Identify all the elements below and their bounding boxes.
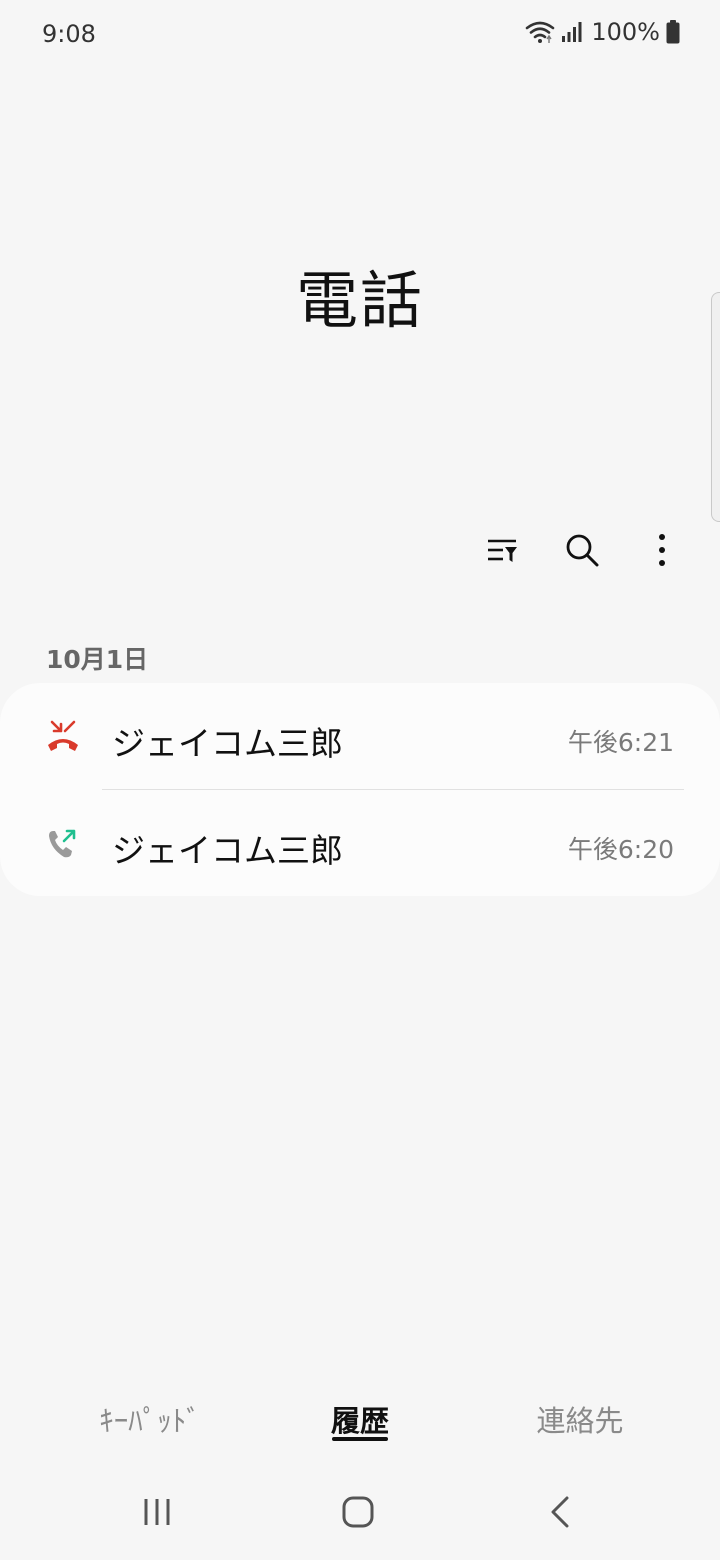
more-options-icon [658,533,666,571]
toolbar [482,530,682,574]
call-log-item[interactable]: ジェイコム三郎 午後6:20 [0,790,720,896]
home-button[interactable] [328,1492,388,1536]
recent-apps-icon [142,1497,172,1531]
recent-apps-button[interactable] [127,1492,187,1536]
status-icons: 100% [525,18,680,46]
battery-percent: 100% [591,18,660,46]
page-title: 電話 [295,264,424,337]
back-icon [549,1496,571,1532]
call-log-item[interactable]: ジェイコム三郎 午後6:21 [0,683,720,790]
more-options-button[interactable] [642,530,682,574]
tab-label: 履歴 [330,1404,389,1438]
back-button[interactable] [530,1492,590,1536]
signal-icon [561,21,583,43]
search-button[interactable] [562,530,602,574]
status-time: 9:08 [42,20,96,48]
missed-call-icon [44,718,82,756]
outgoing-call-icon [44,825,82,863]
call-log-card: ジェイコム三郎 午後6:21 ジェイコム三郎 午後6:20 [0,683,720,896]
wifi-icon [525,20,555,44]
tab-label: ｷｰﾊﾟｯﾄﾞ [99,1404,201,1438]
active-tab-indicator [332,1437,388,1441]
tab-label: 連絡先 [536,1404,624,1438]
home-icon [342,1496,374,1532]
phone-app-screen: 9:08 100% 電話 10月1日 ジェイコム三郎 午後6:21 ジェイコム三… [0,0,720,1560]
battery-icon [666,20,680,44]
call-time: 午後6:20 [567,835,674,864]
call-contact-name: ジェイコム三郎 [112,724,343,763]
filter-button[interactable] [482,530,522,574]
call-contact-name: ジェイコム三郎 [112,831,343,870]
system-nav-bar [0,1470,720,1560]
tab-contacts[interactable]: 連絡先 [490,1380,670,1450]
status-bar: 9:08 100% [0,0,720,70]
search-icon [565,533,599,571]
call-time: 午後6:21 [567,728,674,757]
filter-icon [486,534,518,570]
date-header: 10月1日 [46,645,149,674]
tab-keypad[interactable]: ｷｰﾊﾟｯﾄﾞ [60,1380,240,1450]
